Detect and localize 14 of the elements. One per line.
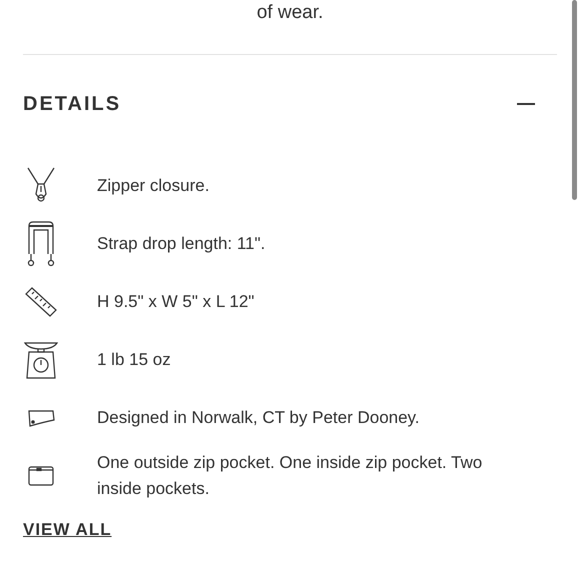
detail-text: One outside zip pocket. One inside zip pocket. Two inside pockets. bbox=[97, 452, 484, 500]
pouch-icon bbox=[27, 465, 55, 487]
detail-text: Strap drop length: 11". bbox=[97, 233, 266, 255]
state-map-icon bbox=[26, 408, 56, 428]
section-heading: DETAILS bbox=[23, 92, 122, 117]
detail-text: Zipper closure. bbox=[97, 175, 210, 197]
detail-text: H 9.5" x W 5" x L 12" bbox=[97, 291, 256, 313]
detail-text: 1 lb 15 oz bbox=[97, 349, 172, 371]
detail-text: Designed in Norwalk, CT by Peter Dooney. bbox=[97, 407, 421, 429]
scrollbar[interactable] bbox=[572, 0, 577, 200]
ruler-icon bbox=[24, 286, 58, 318]
view-all-link[interactable]: VIEW ALL bbox=[23, 520, 112, 539]
description-text: of wear. bbox=[256, 2, 324, 24]
kitchen-scale-icon bbox=[23, 340, 59, 380]
